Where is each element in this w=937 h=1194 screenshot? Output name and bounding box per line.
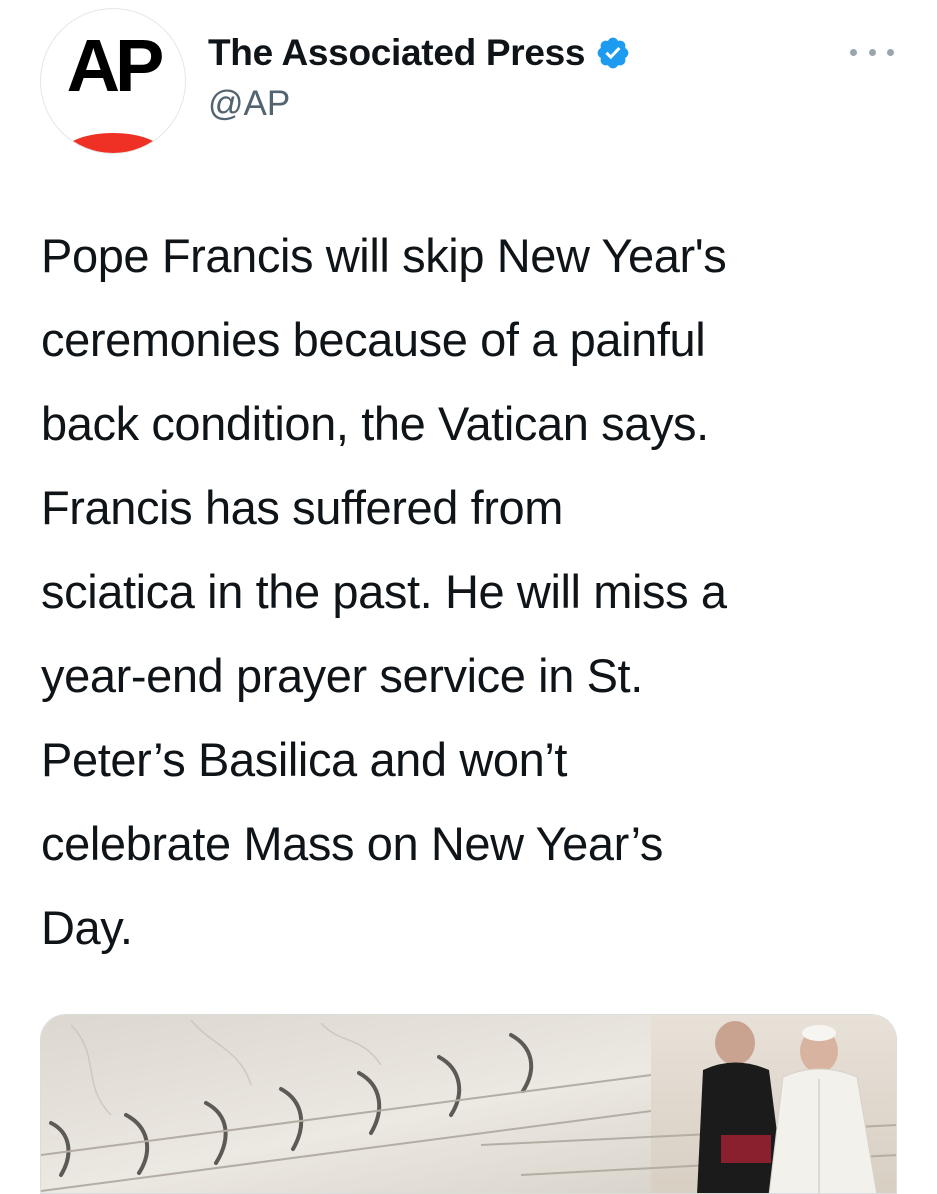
tweet-media-photo[interactable]	[40, 1014, 897, 1194]
name-row: The Associated Press	[208, 30, 631, 76]
more-dot	[850, 48, 857, 56]
tweet-text-line: Day.	[41, 901, 133, 954]
tweet-text-line: year-end prayer service in St.	[41, 649, 643, 702]
tweet-text-line: Peter’s Basilica and won’t	[41, 733, 568, 786]
tweet-text-line: back condition, the Vatican says.	[41, 397, 709, 450]
more-dot	[887, 48, 894, 56]
tweet-text-line: sciatica in the past. He will miss a	[41, 565, 727, 618]
tweet-text-line: ceremonies because of a painful	[41, 313, 706, 366]
handle[interactable]: @AP	[208, 84, 290, 124]
tweet-text-line: celebrate Mass on New Year’s	[41, 817, 663, 870]
verified-badge-icon	[597, 37, 629, 69]
tweet-text-line: Francis has suffered from	[41, 481, 564, 534]
avatar[interactable]: AP	[40, 8, 186, 154]
display-name[interactable]: The Associated Press	[208, 32, 586, 74]
tweet-text: Pope Francis will skip New Year's ceremo…	[41, 214, 911, 970]
more-options-icon[interactable]	[850, 40, 894, 64]
more-dot	[868, 48, 876, 56]
tweet-text-line: Pope Francis will skip New Year's	[41, 229, 727, 282]
tweet-header: AP The Associated Press @AP	[0, 0, 937, 170]
avatar-logo-text: AP	[66, 24, 165, 107]
avatar-red-bar	[63, 133, 163, 153]
media-photo-illustration	[41, 1015, 896, 1193]
